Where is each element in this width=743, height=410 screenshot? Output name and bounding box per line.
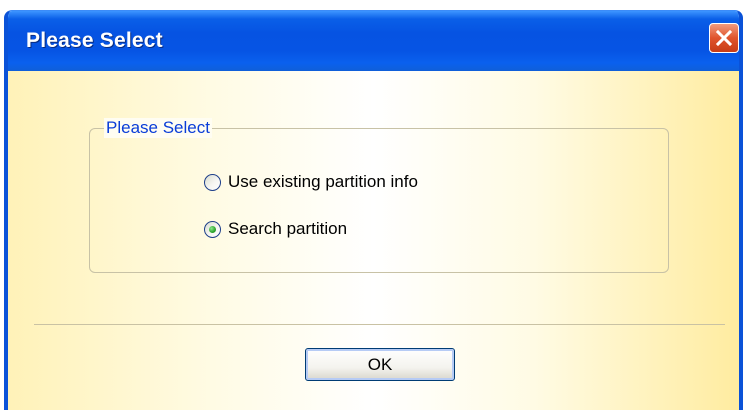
option-search-partition[interactable]: Search partition	[204, 219, 347, 239]
dialog-body: Please Select Use existing partition inf…	[8, 71, 739, 410]
groupbox-legend: Please Select	[104, 118, 212, 138]
option-label-search-partition: Search partition	[228, 219, 348, 238]
option-label-use-existing-partition: Use existing partition info	[228, 172, 418, 191]
radio-selected-dot	[209, 225, 216, 233]
window-title: Please Select	[26, 29, 163, 52]
title-bar[interactable]: Please Select	[8, 11, 739, 71]
radio-search-partition[interactable]	[204, 220, 221, 238]
ok-button[interactable]: OK	[305, 348, 455, 381]
options-groupbox	[89, 128, 669, 273]
dialog-window: Please Select Please Select Use existing…	[4, 10, 743, 410]
separator-line	[34, 324, 725, 325]
option-use-existing-partition[interactable]: Use existing partition info	[204, 172, 418, 192]
close-icon	[716, 30, 732, 46]
close-button[interactable]	[709, 23, 739, 53]
radio-use-existing-partition[interactable]	[204, 173, 221, 191]
